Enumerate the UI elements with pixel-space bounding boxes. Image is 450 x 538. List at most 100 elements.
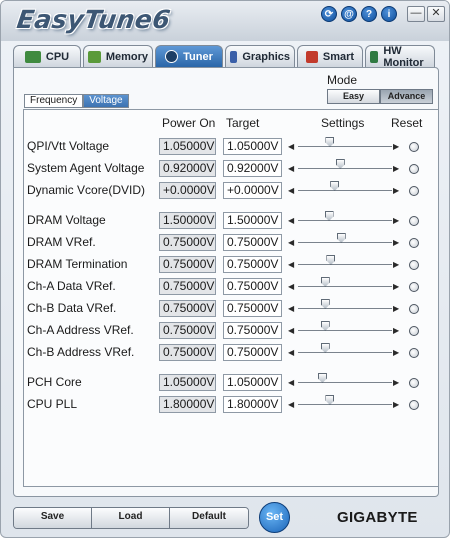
- power-on-value: 0.75000V: [159, 234, 216, 251]
- reset-radio[interactable]: [409, 142, 419, 152]
- reset-radio[interactable]: [409, 348, 419, 358]
- mode-easy-button[interactable]: Easy: [327, 89, 380, 104]
- reset-radio[interactable]: [409, 400, 419, 410]
- row-label: Dynamic Vcore(DVID): [27, 183, 146, 197]
- power-on-value: 1.50000V: [159, 212, 216, 229]
- slider-track: [298, 242, 392, 243]
- mode-label: Mode: [327, 73, 358, 87]
- close-button[interactable]: ✕: [427, 6, 445, 22]
- reset-radio[interactable]: [409, 216, 419, 226]
- slider-track: [298, 382, 392, 383]
- target-value-field[interactable]: 0.75000V: [223, 344, 282, 361]
- tab-hw-monitor[interactable]: HW Monitor: [365, 45, 435, 69]
- arrow-right-icon[interactable]: ▶: [393, 186, 399, 195]
- arrow-left-icon[interactable]: ◀: [288, 186, 294, 195]
- arrow-left-icon[interactable]: ◀: [288, 326, 294, 335]
- arrow-left-icon[interactable]: ◀: [288, 282, 294, 291]
- reset-radio[interactable]: [409, 378, 419, 388]
- tab-memory[interactable]: Memory: [83, 45, 153, 67]
- subtab-voltage[interactable]: Voltage: [83, 94, 129, 108]
- set-button[interactable]: Set: [259, 502, 290, 533]
- monitor-icon: [370, 50, 379, 63]
- arrow-right-icon[interactable]: ▶: [393, 326, 399, 335]
- cpu-chip-icon: [24, 50, 41, 63]
- row-label: QPI/Vtt Voltage: [27, 139, 110, 153]
- update-icon[interactable]: ⟳: [321, 6, 337, 22]
- tab-smart[interactable]: Smart: [297, 45, 363, 67]
- target-value-field[interactable]: 0.75000V: [223, 256, 282, 273]
- arrow-right-icon[interactable]: ▶: [393, 142, 399, 151]
- tab-graphics[interactable]: Graphics: [225, 45, 295, 67]
- reset-radio[interactable]: [409, 282, 419, 292]
- target-value-field[interactable]: 1.50000V: [223, 212, 282, 229]
- default-button[interactable]: Default: [170, 508, 248, 528]
- arrow-right-icon[interactable]: ▶: [393, 348, 399, 357]
- arrow-right-icon[interactable]: ▶: [393, 378, 399, 387]
- help-icon[interactable]: ?: [361, 6, 377, 22]
- subtab-frequency[interactable]: Frequency: [24, 94, 84, 108]
- voltage-slider[interactable]: ◀ ▶: [288, 159, 402, 178]
- target-value-field[interactable]: 0.75000V: [223, 234, 282, 251]
- reset-radio[interactable]: [409, 304, 419, 314]
- voltage-slider[interactable]: ◀ ▶: [288, 211, 402, 230]
- row-label: System Agent Voltage: [27, 161, 145, 175]
- target-value-field[interactable]: 0.75000V: [223, 300, 282, 317]
- arrow-right-icon[interactable]: ▶: [393, 400, 399, 409]
- tab-cpu[interactable]: CPU: [13, 45, 81, 67]
- column-header-power-on: Power On: [162, 116, 216, 130]
- arrow-left-icon[interactable]: ◀: [288, 216, 294, 225]
- row-label: Ch-B Data VRef.: [27, 301, 117, 315]
- save-button[interactable]: Save: [14, 508, 92, 528]
- minimize-button[interactable]: —: [407, 6, 425, 22]
- arrow-left-icon[interactable]: ◀: [288, 260, 294, 269]
- row-label: DRAM Termination: [27, 257, 128, 271]
- reset-radio[interactable]: [409, 186, 419, 196]
- voltage-slider[interactable]: ◀ ▶: [288, 343, 402, 362]
- reset-radio[interactable]: [409, 326, 419, 336]
- target-value-field[interactable]: 1.05000V: [223, 138, 282, 155]
- voltage-slider[interactable]: ◀ ▶: [288, 233, 402, 252]
- tab-tuner[interactable]: Tuner: [155, 45, 223, 67]
- arrow-left-icon[interactable]: ◀: [288, 238, 294, 247]
- target-value-field[interactable]: 0.75000V: [223, 278, 282, 295]
- voltage-slider[interactable]: ◀ ▶: [288, 137, 402, 156]
- reset-radio[interactable]: [409, 164, 419, 174]
- voltage-slider[interactable]: ◀ ▶: [288, 277, 402, 296]
- arrow-right-icon[interactable]: ▶: [393, 282, 399, 291]
- voltage-slider[interactable]: ◀ ▶: [288, 255, 402, 274]
- arrow-left-icon[interactable]: ◀: [288, 348, 294, 357]
- arrow-left-icon[interactable]: ◀: [288, 164, 294, 173]
- tab-label: Memory: [105, 50, 148, 63]
- reset-radio[interactable]: [409, 260, 419, 270]
- reset-radio[interactable]: [409, 238, 419, 248]
- voltage-slider[interactable]: ◀ ▶: [288, 321, 402, 340]
- target-value-field[interactable]: 1.05000V: [223, 374, 282, 391]
- arrow-left-icon[interactable]: ◀: [288, 304, 294, 313]
- target-value-field[interactable]: +0.0000V: [223, 182, 282, 199]
- arrow-right-icon[interactable]: ▶: [393, 164, 399, 173]
- target-value-field[interactable]: 0.75000V: [223, 322, 282, 339]
- target-value-field[interactable]: 1.80000V: [223, 396, 282, 413]
- voltage-slider[interactable]: ◀ ▶: [288, 181, 402, 200]
- arrow-left-icon[interactable]: ◀: [288, 378, 294, 387]
- voltage-slider[interactable]: ◀ ▶: [288, 299, 402, 318]
- slider-track: [298, 308, 392, 309]
- load-button[interactable]: Load: [92, 508, 170, 528]
- arrow-right-icon[interactable]: ▶: [393, 260, 399, 269]
- tab-label: Smart: [322, 50, 355, 63]
- target-value-field[interactable]: 0.92000V: [223, 160, 282, 177]
- row-label: Ch-A Data VRef.: [27, 279, 116, 293]
- voltage-slider[interactable]: ◀ ▶: [288, 373, 402, 392]
- arrow-right-icon[interactable]: ▶: [393, 216, 399, 225]
- mode-advance-button[interactable]: Advance: [380, 89, 433, 104]
- arrow-left-icon[interactable]: ◀: [288, 142, 294, 151]
- info-icon[interactable]: i: [381, 6, 397, 22]
- arrow-right-icon[interactable]: ▶: [393, 238, 399, 247]
- arrow-right-icon[interactable]: ▶: [393, 304, 399, 313]
- slider-track: [298, 190, 392, 191]
- slider-track: [298, 286, 392, 287]
- arrow-left-icon[interactable]: ◀: [288, 400, 294, 409]
- voltage-slider[interactable]: ◀ ▶: [288, 395, 402, 414]
- web-icon[interactable]: @: [341, 6, 357, 22]
- column-header-target: Target: [226, 116, 260, 130]
